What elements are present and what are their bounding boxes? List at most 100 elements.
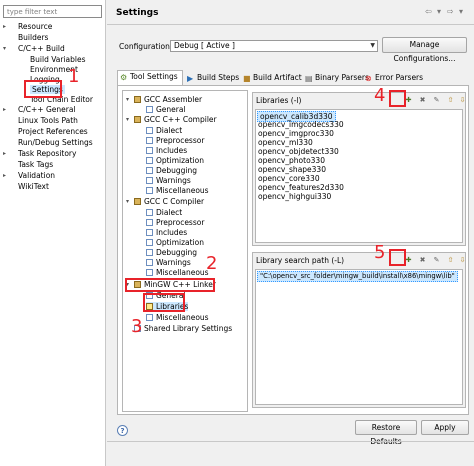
expand-icon[interactable]: ▾ — [126, 116, 129, 123]
nav-item-builders[interactable]: Builders — [18, 33, 48, 42]
edit-library-button[interactable]: ✎ — [431, 95, 442, 106]
library-search-path-label: Library search path (-L) — [256, 256, 345, 265]
tab-binary-parsers[interactable]: ▤ Binary Parsers — [303, 72, 369, 86]
list-item[interactable]: opencv_core330 — [258, 174, 320, 183]
nav-item-validation[interactable]: Validation — [18, 171, 55, 180]
category-icon — [146, 157, 153, 164]
delete-search-path-button[interactable]: ✖ — [417, 255, 428, 266]
category-icon — [146, 177, 153, 184]
forward-arrow-icon[interactable]: ⇨ — [447, 7, 454, 16]
list-item[interactable]: opencv_photo330 — [258, 156, 325, 165]
move-down-icon[interactable]: ⇩ — [457, 255, 468, 266]
collapse-icon[interactable]: ▸ — [3, 106, 6, 113]
expand-icon[interactable]: ▾ — [126, 198, 129, 205]
tree-item-asm-general[interactable]: General — [146, 105, 186, 114]
list-item[interactable]: opencv_ml330 — [258, 138, 313, 147]
forward-menu-icon[interactable]: ▾ — [459, 7, 463, 16]
error-parsers-icon: ⊗ — [365, 74, 372, 83]
edit-search-path-button[interactable]: ✎ — [431, 255, 442, 266]
move-up-icon[interactable]: ⇧ — [445, 95, 456, 106]
nav-item-linux-tools-path[interactable]: Linux Tools Path — [18, 116, 78, 125]
move-up-icon[interactable]: ⇧ — [445, 255, 456, 266]
tool-icon — [134, 116, 141, 123]
tool-settings-panel: ▾ GCC Assembler General ▾ GCC C++ Compil… — [117, 85, 469, 415]
binary-parsers-icon: ▤ — [305, 74, 313, 83]
tree-item-cpp-optimization[interactable]: Optimization — [146, 156, 204, 165]
tree-item-c-warnings[interactable]: Warnings — [146, 258, 191, 267]
library-search-path-list[interactable]: "C:\opencv_src_folder\mingw_build\instal… — [255, 269, 463, 405]
category-icon — [146, 269, 153, 276]
libraries-list[interactable]: opencv_calib3d330 opencv_imgcodecs330 op… — [255, 109, 463, 243]
chevron-down-icon: ▼ — [370, 42, 375, 49]
list-item[interactable]: opencv_imgcodecs330 — [258, 120, 344, 129]
apply-button[interactable]: Apply — [421, 420, 469, 435]
collapse-icon[interactable]: ▸ — [3, 23, 6, 30]
list-item[interactable]: opencv_objdetect330 — [258, 147, 339, 156]
tree-item-cpp-debugging[interactable]: Debugging — [146, 166, 197, 175]
nav-item-cpp-build[interactable]: C/C++ Build — [18, 44, 65, 53]
tab-build-steps[interactable]: ▶ Build Steps — [185, 72, 239, 86]
collapse-icon[interactable]: ▸ — [3, 172, 6, 179]
nav-item-project-references[interactable]: Project References — [18, 127, 88, 136]
tree-item-cpp-dialect[interactable]: Dialect — [146, 126, 182, 135]
restore-defaults-button[interactable]: Restore Defaults — [355, 420, 417, 446]
category-icon — [146, 259, 153, 266]
tab-build-artifact[interactable]: ■ Build Artifact — [241, 72, 302, 86]
list-item[interactable]: opencv_shape330 — [258, 165, 326, 174]
nav-item-run-debug-settings[interactable]: Run/Debug Settings — [18, 138, 93, 147]
tree-item-c-optimization[interactable]: Optimization — [146, 238, 204, 247]
nav-item-build-variables[interactable]: Build Variables — [30, 55, 86, 64]
tree-item-c-preprocessor[interactable]: Preprocessor — [146, 218, 204, 227]
annotation-number-3: 3 — [131, 316, 143, 337]
annotation-number-5: 5 — [374, 242, 386, 263]
tree-item-c-includes[interactable]: Includes — [146, 228, 187, 237]
category-icon — [146, 167, 153, 174]
tab-tool-settings[interactable]: ⚙ Tool Settings — [117, 70, 183, 86]
tool-tree: ▾ GCC Assembler General ▾ GCC C++ Compil… — [122, 90, 248, 412]
tree-item-gcc-cpp-compiler[interactable]: GCC C++ Compiler — [134, 115, 217, 124]
manage-configurations-button[interactable]: Manage Configurations... — [382, 37, 467, 63]
tree-item-gcc-c-compiler[interactable]: GCC C Compiler — [134, 197, 204, 206]
filter-input[interactable] — [3, 5, 102, 18]
category-icon — [146, 314, 153, 321]
nav-item-cpp-general[interactable]: C/C++ General — [18, 105, 76, 114]
nav-item-task-repository[interactable]: Task Repository — [18, 149, 76, 158]
tree-item-linker-misc[interactable]: Miscellaneous — [146, 313, 209, 322]
annotation-number-4: 4 — [374, 85, 386, 106]
preferences-nav-pane: ▸ Resource Builders ▾ C/C++ Build Build … — [0, 0, 106, 466]
tree-item-c-debugging[interactable]: Debugging — [146, 248, 197, 257]
back-menu-icon[interactable]: ▾ — [437, 7, 441, 16]
collapse-icon[interactable]: ▸ — [3, 150, 6, 157]
tree-item-cpp-misc[interactable]: Miscellaneous — [146, 186, 209, 195]
tree-item-c-dialect[interactable]: Dialect — [146, 208, 182, 217]
list-item[interactable]: opencv_highgui330 — [258, 192, 331, 201]
tree-item-cpp-preprocessor[interactable]: Preprocessor — [146, 136, 204, 145]
category-icon — [146, 249, 153, 256]
tree-item-gcc-assembler[interactable]: GCC Assembler — [134, 95, 202, 104]
tree-item-cpp-warnings[interactable]: Warnings — [146, 176, 191, 185]
back-arrow-icon[interactable]: ⇦ — [425, 7, 432, 16]
list-item[interactable]: opencv_features2d330 — [258, 183, 344, 192]
configuration-select[interactable]: Debug [ Active ] ▼ — [170, 40, 378, 52]
configuration-label: Configuration: — [119, 42, 173, 51]
help-icon[interactable]: ? — [117, 425, 128, 436]
annotation-box-add-search-path — [389, 249, 406, 266]
tree-item-cpp-includes[interactable]: Includes — [146, 146, 187, 155]
list-item[interactable]: opencv_imgproc330 — [258, 129, 334, 138]
expand-icon[interactable]: ▾ — [3, 45, 6, 52]
tree-item-c-misc[interactable]: Miscellaneous — [146, 268, 209, 277]
build-steps-icon: ▶ — [187, 74, 194, 83]
annotation-box-add-library — [389, 90, 406, 107]
nav-item-wikitext[interactable]: WikiText — [18, 182, 49, 191]
nav-item-task-tags[interactable]: Task Tags — [18, 160, 53, 169]
nav-item-resource[interactable]: Resource — [18, 22, 52, 31]
expand-icon[interactable]: ▾ — [126, 96, 129, 103]
tab-error-parsers[interactable]: ⊗ Error Parsers — [363, 72, 423, 86]
move-down-icon[interactable]: ⇩ — [457, 95, 468, 106]
footer-divider — [107, 441, 474, 442]
category-icon — [146, 229, 153, 236]
tree-item-shared-library-settings[interactable]: Shared Library Settings — [134, 324, 232, 333]
category-icon — [146, 147, 153, 154]
list-item[interactable]: "C:\opencv_src_folder\mingw_build\instal… — [257, 271, 458, 282]
delete-library-button[interactable]: ✖ — [417, 95, 428, 106]
